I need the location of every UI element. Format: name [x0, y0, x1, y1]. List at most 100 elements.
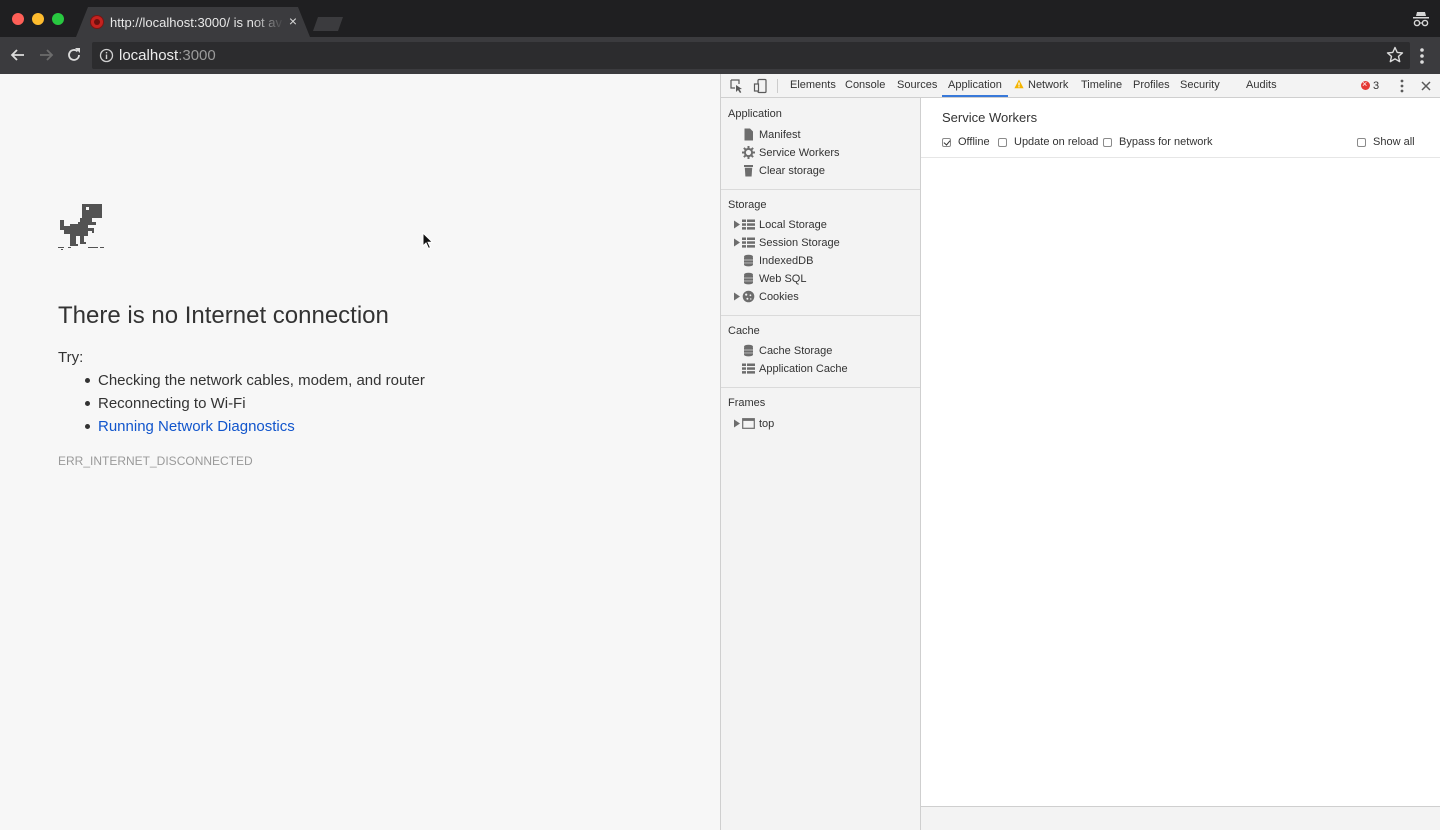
sidebar-item-manifest[interactable]: Manifest	[721, 126, 920, 144]
devtools-tabbar: Elements Console Sources Application Net…	[721, 74, 1440, 98]
sidebar-item-local-storage[interactable]: Local Storage	[721, 216, 920, 234]
toolbar-separator	[777, 79, 778, 93]
tab-application[interactable]: Application	[942, 74, 1008, 97]
sidebar-item-session-storage[interactable]: Session Storage	[721, 234, 920, 252]
devtools-panel: Elements Console Sources Application Net…	[720, 74, 1440, 830]
panel-title: Service Workers	[942, 110, 1038, 125]
sidebar-item-label: top	[759, 418, 775, 430]
sidebar-item-service-workers[interactable]: Service Workers	[721, 144, 920, 162]
sidebar-item-clear-storage[interactable]: Clear storage	[721, 162, 920, 180]
expand-arrow-icon[interactable]	[733, 220, 741, 229]
sidebar-heading-application: Application	[728, 108, 782, 120]
service-workers-panel: Service Workers Offline Update on reload…	[921, 98, 1440, 830]
application-sidebar: Application Manifest Service Workers Cle…	[721, 98, 921, 830]
bypass-for-network-label: Bypass for network	[1119, 136, 1213, 148]
sidebar-item-label: Web SQL	[759, 273, 807, 285]
inspect-element-icon[interactable]	[729, 78, 745, 94]
suggestion-item: Checking the network cables, modem, and …	[58, 371, 425, 394]
address-bar[interactable]: localhost:3000	[92, 42, 1410, 69]
window-titlebar: http://localhost:3000/ is not available …	[0, 0, 1440, 37]
tab-timeline[interactable]: Timeline	[1075, 74, 1128, 97]
document-icon	[744, 128, 753, 141]
mouse-cursor-icon	[422, 232, 434, 250]
devtools-close-icon[interactable]	[1419, 78, 1433, 94]
info-icon[interactable]	[99, 48, 114, 63]
database-icon	[744, 254, 753, 267]
page-viewport: There is no Internet connection Try: Che…	[0, 74, 720, 830]
minimize-window-button[interactable]	[32, 13, 44, 25]
bookmark-star-icon[interactable]	[1386, 46, 1404, 64]
offline-checkbox-box[interactable]	[942, 138, 951, 147]
grid-icon	[742, 363, 755, 374]
offline-checkbox-label: Offline	[958, 136, 990, 148]
offline-dinosaur-icon[interactable]	[58, 202, 104, 250]
browser-tab-active[interactable]: http://localhost:3000/ is not available …	[76, 7, 310, 37]
cookie-icon	[742, 290, 755, 303]
tab-elements[interactable]: Elements	[784, 74, 842, 97]
try-label: Try:	[58, 349, 84, 366]
expand-arrow-icon[interactable]	[733, 292, 741, 301]
database-icon	[744, 272, 753, 285]
sidebar-item-frame-top[interactable]: top	[721, 415, 920, 433]
devtools-menu-icon[interactable]	[1397, 78, 1407, 94]
maximize-window-button[interactable]	[52, 13, 64, 25]
update-on-reload-checkbox-box[interactable]	[998, 138, 1007, 147]
sidebar-heading-frames: Frames	[728, 397, 766, 409]
tab-audits[interactable]: Audits	[1240, 74, 1283, 97]
tab-console[interactable]: Console	[839, 74, 891, 97]
suggestion-list: Checking the network cables, modem, and …	[58, 371, 425, 440]
url-port: :3000	[178, 47, 216, 64]
tab-close-icon[interactable]: ×	[286, 13, 300, 29]
reload-icon[interactable]	[64, 45, 84, 65]
trash-icon	[744, 165, 753, 177]
suggestion-item: Reconnecting to Wi-Fi	[58, 394, 425, 417]
service-worker-options: Offline Update on reload Bypass for netw…	[921, 132, 1440, 158]
sidebar-item-label: Clear storage	[759, 165, 826, 177]
tab-network[interactable]: Network	[1008, 74, 1074, 97]
error-favicon-icon	[90, 15, 104, 29]
sidebar-divider	[721, 387, 920, 388]
error-title: There is no Internet connection	[58, 302, 389, 329]
frame-icon	[742, 418, 755, 429]
forward-arrow-icon[interactable]	[36, 45, 56, 65]
sidebar-item-label: Cookies	[759, 291, 799, 303]
tab-title-fade	[252, 13, 284, 31]
grid-icon	[742, 237, 755, 248]
browser-toolbar: localhost:3000	[0, 37, 1440, 74]
sidebar-heading-cache: Cache	[728, 325, 760, 337]
sidebar-item-web-sql[interactable]: Web SQL	[721, 270, 920, 288]
tab-sources[interactable]: Sources	[891, 74, 943, 97]
sidebar-item-application-cache[interactable]: Application Cache	[721, 360, 920, 378]
update-on-reload-label: Update on reload	[1014, 136, 1099, 148]
sidebar-item-label: Local Storage	[759, 219, 827, 231]
incognito-icon	[1413, 12, 1429, 27]
sidebar-heading-storage: Storage	[728, 199, 767, 211]
tab-profiles[interactable]: Profiles	[1127, 74, 1176, 97]
network-diagnostics-link[interactable]: Running Network Diagnostics	[58, 417, 425, 440]
gear-icon	[742, 146, 755, 159]
error-circle-icon	[1361, 78, 1370, 90]
devtools-status-bar	[921, 806, 1440, 830]
expand-arrow-icon[interactable]	[733, 419, 741, 428]
url-text[interactable]: localhost:3000	[119, 47, 216, 64]
sidebar-item-label: Manifest	[759, 129, 801, 141]
new-tab-button[interactable]	[312, 16, 344, 31]
sidebar-item-label: Session Storage	[759, 237, 840, 249]
sidebar-item-label: Application Cache	[759, 363, 848, 375]
sidebar-item-cookies[interactable]: Cookies	[721, 288, 920, 306]
grid-icon	[742, 219, 755, 230]
close-window-button[interactable]	[12, 13, 24, 25]
sidebar-item-cache-storage[interactable]: Cache Storage	[721, 342, 920, 360]
back-arrow-icon[interactable]	[8, 45, 28, 65]
sidebar-divider	[721, 189, 920, 190]
expand-arrow-icon[interactable]	[733, 238, 741, 247]
error-count-badge[interactable]: 3	[1361, 78, 1379, 93]
bypass-for-network-checkbox-box[interactable]	[1103, 138, 1112, 147]
sidebar-item-indexeddb[interactable]: IndexedDB	[721, 252, 920, 270]
browser-menu-icon[interactable]	[1413, 46, 1431, 66]
sidebar-divider	[721, 315, 920, 316]
show-all-checkbox-box[interactable]	[1357, 138, 1366, 147]
tab-security[interactable]: Security	[1174, 74, 1226, 97]
device-toolbar-icon[interactable]	[753, 78, 769, 94]
tab-network-label: Network	[1028, 79, 1069, 91]
